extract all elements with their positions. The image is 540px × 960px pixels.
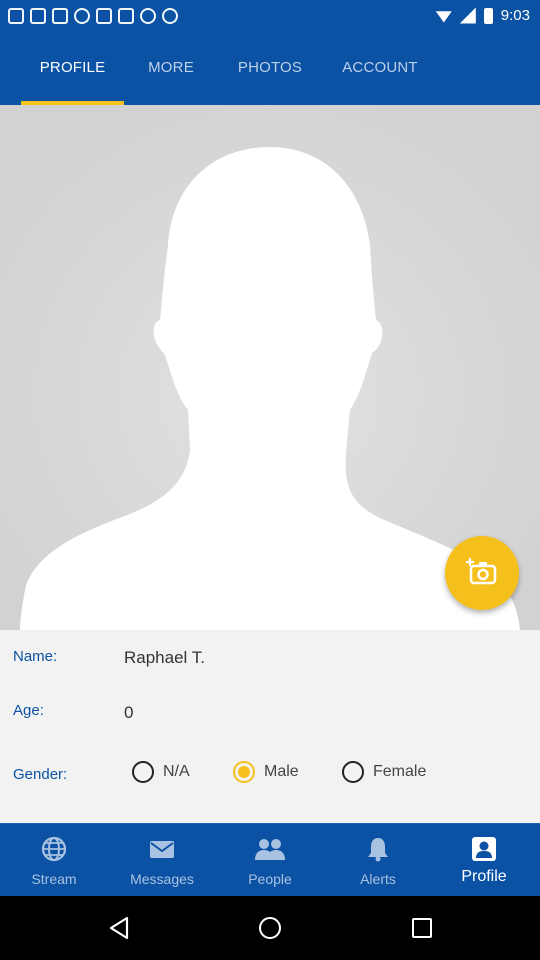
envelope-icon (150, 841, 174, 858)
profile-icon (472, 837, 496, 861)
notification-icon (162, 8, 178, 24)
nav-profile[interactable]: Profile (430, 824, 538, 897)
gender-option-female[interactable]: Female (342, 761, 426, 783)
tab-photos[interactable]: PHOTOS (222, 34, 318, 105)
recent-apps-icon[interactable] (412, 918, 432, 938)
gender-label: Gender: (13, 766, 68, 783)
back-icon[interactable] (107, 916, 131, 940)
notification-icon (30, 8, 46, 24)
notification-icon (52, 8, 68, 24)
name-value[interactable]: Raphael T. (124, 648, 205, 668)
nav-label: Profile (461, 868, 507, 885)
wifi-icon (435, 11, 452, 23)
tab-profile[interactable]: PROFILE (21, 34, 124, 105)
people-icon (255, 839, 285, 860)
bell-icon (368, 838, 388, 862)
globe-icon (41, 836, 67, 862)
profile-details: Name: Raphael T. Age: 0 Gender: N/A Male… (0, 630, 540, 823)
status-bar: 9:03 (0, 0, 540, 34)
tab-more[interactable]: MORE (131, 34, 211, 105)
radio-unselected-icon (132, 761, 154, 783)
radio-selected-icon (233, 761, 255, 783)
status-time: 9:03 (500, 7, 530, 24)
nav-label: Messages (130, 871, 194, 887)
add-photo-button[interactable] (445, 536, 519, 610)
name-label: Name: (13, 648, 58, 665)
home-icon[interactable] (259, 917, 281, 939)
signal-icon (459, 7, 476, 24)
nav-label: People (248, 871, 292, 887)
gender-option-na[interactable]: N/A (132, 761, 190, 783)
notification-icon (118, 8, 134, 24)
notification-icon (140, 8, 156, 24)
notification-icon (74, 8, 90, 24)
camera-add-icon (466, 558, 497, 585)
nav-label: Alerts (360, 871, 396, 887)
age-label: Age: (13, 702, 44, 719)
bottom-navigation: Stream Messages People Alerts Profile (0, 823, 540, 896)
gender-option-label: N/A (163, 763, 190, 780)
notification-icons (8, 8, 178, 24)
tab-account[interactable]: ACCOUNT (326, 34, 434, 105)
gender-option-label: Female (373, 763, 427, 780)
battery-icon (483, 7, 493, 24)
age-value[interactable]: 0 (124, 703, 133, 723)
nav-messages[interactable]: Messages (108, 824, 216, 897)
top-tab-bar: PROFILE MORE PHOTOS ACCOUNT (0, 34, 540, 105)
nav-alerts[interactable]: Alerts (324, 824, 432, 897)
nav-people[interactable]: People (216, 824, 324, 897)
radio-unselected-icon (342, 761, 364, 783)
notification-icon (96, 8, 112, 24)
nav-stream[interactable]: Stream (0, 824, 108, 897)
gender-option-label: Male (264, 763, 299, 780)
system-navigation-bar (0, 896, 540, 960)
gender-option-male[interactable]: Male (233, 761, 299, 783)
nav-label: Stream (31, 871, 77, 887)
notification-icon (8, 8, 24, 24)
